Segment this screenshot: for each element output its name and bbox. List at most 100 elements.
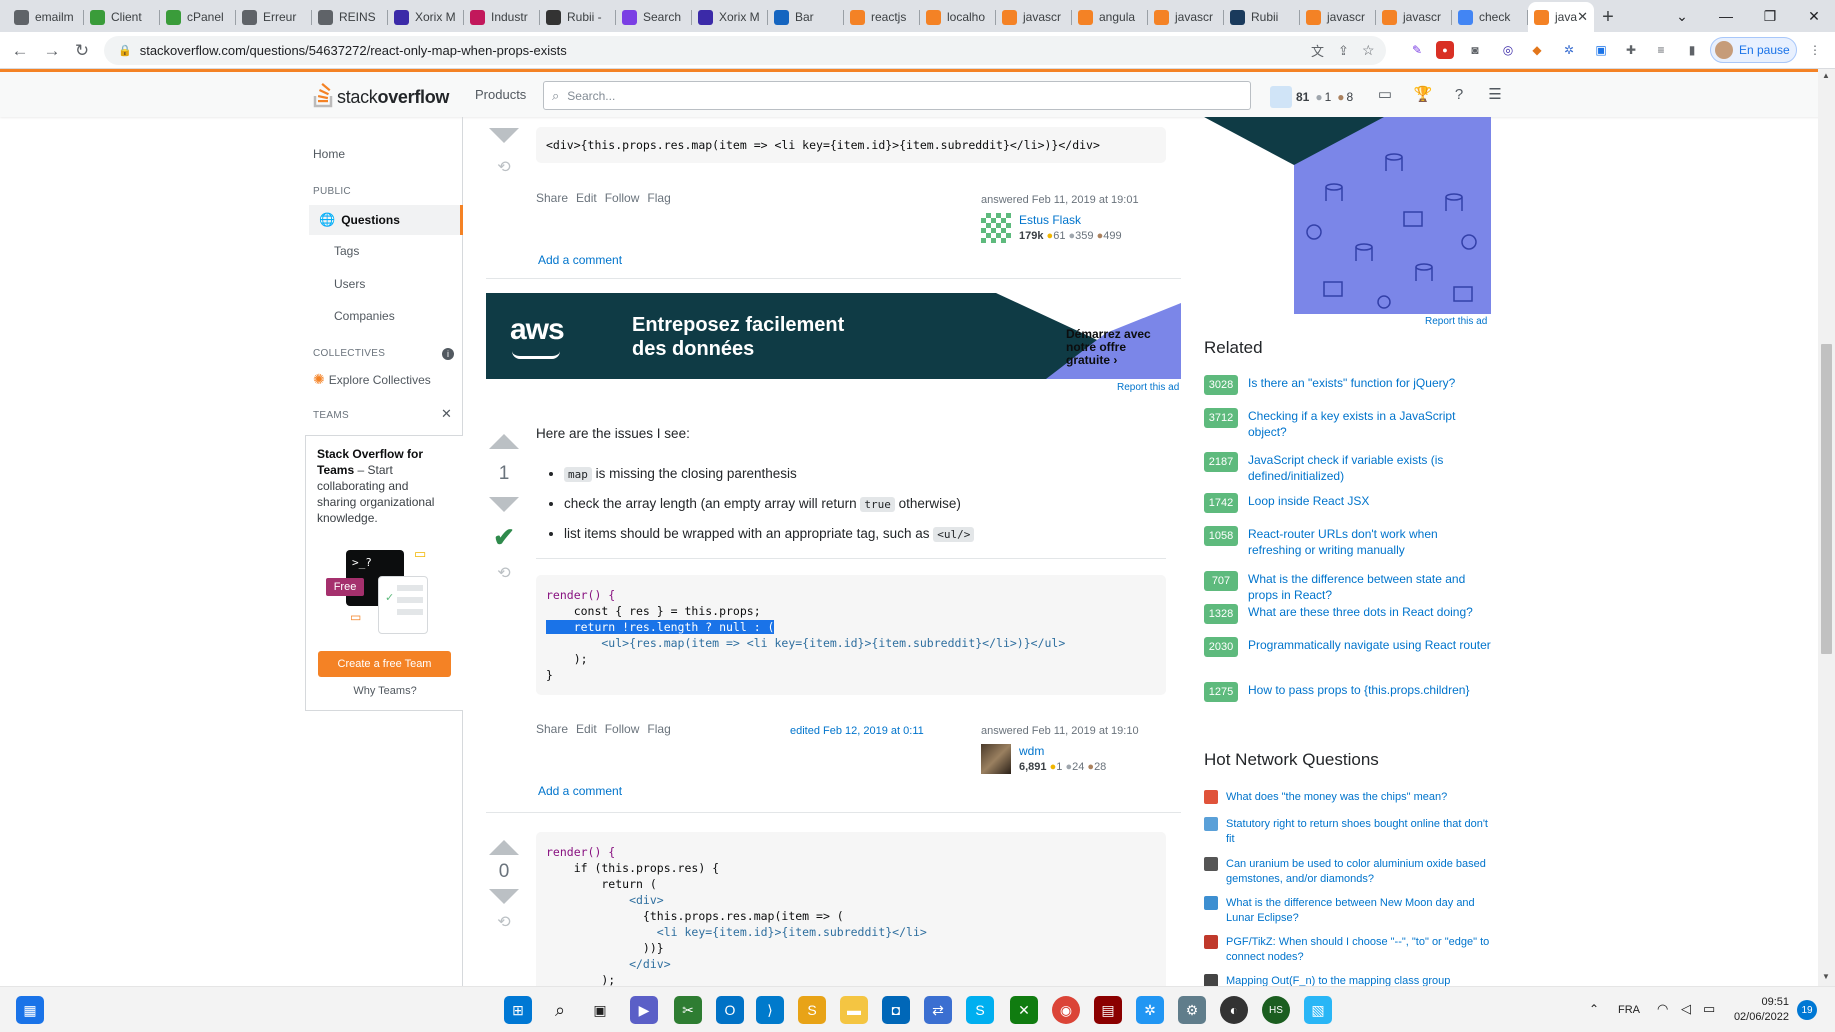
hs-icon[interactable]: HS [1262,996,1290,1024]
active-tab[interactable]: java ✕ [1528,2,1594,32]
browser-tab[interactable]: Xorix M [692,2,768,32]
downvote-icon[interactable] [489,128,519,143]
app-icon[interactable]: ✂ [674,996,702,1024]
url-bar[interactable]: 🔒 stackoverflow.com/questions/54637272/r… [104,36,1386,65]
share-link[interactable]: Share [536,722,568,736]
upvote-icon[interactable] [489,840,519,855]
identicon-avatar[interactable] [981,213,1011,243]
scroll-down-icon[interactable]: ▼ [1822,972,1830,981]
related-link[interactable]: JavaScript check if variable exists (is … [1248,452,1494,484]
related-link[interactable]: How to pass props to {this.props.childre… [1248,682,1469,702]
sidebar-ad-image[interactable] [1204,117,1491,314]
answer1-user[interactable]: Estus Flask [1019,213,1122,227]
minimize-button[interactable]: — [1704,0,1748,32]
browser-tab[interactable]: Client [84,2,160,32]
back-button[interactable]: ← [8,39,32,63]
related-link[interactable]: Loop inside React JSX [1248,493,1369,513]
hnq-link[interactable]: Mapping Out(F_n) to the mapping class gr… [1226,974,1450,986]
related-link[interactable]: What is the difference between state and… [1248,571,1494,603]
close-teams-icon[interactable]: ✕ [441,406,452,422]
user-avatar[interactable] [981,744,1011,774]
forward-button[interactable]: → [40,39,64,63]
so-logo[interactable]: stack overflow [313,82,449,108]
task-view-icon[interactable]: ▣ [586,996,614,1024]
extension-badge-icon[interactable]: ● [1436,41,1454,59]
browser-tab[interactable]: angula [1072,2,1148,32]
related-item[interactable]: 1742 Loop inside React JSX [1204,493,1494,513]
aws-ad-banner[interactable]: aws Entreposez facilement des données Dém… [486,293,1181,379]
hnq-item[interactable]: Statutory right to return shoes bought o… [1204,817,1494,847]
widgets-icon[interactable]: ▦ [16,996,44,1024]
nav-tags[interactable]: Tags [334,244,359,258]
report-ad-link[interactable]: Report this ad [1117,382,1179,393]
puzzle-icon[interactable]: ✚ [1622,41,1640,59]
nav-users[interactable]: Users [334,277,365,291]
scroll-thumb[interactable] [1821,344,1832,654]
follow-link[interactable]: Follow [605,191,640,205]
volume-icon[interactable]: ◁ [1681,1001,1691,1017]
related-item[interactable]: 1328 What are these three dots in React d… [1204,604,1494,624]
hnq-item[interactable]: PGF/TikZ: When should I choose "--", "to… [1204,935,1494,965]
hnq-link[interactable]: PGF/TikZ: When should I choose "--", "to… [1226,935,1494,965]
hnq-item[interactable]: Mapping Out(F_n) to the mapping class gr… [1204,974,1494,986]
teams-chat-icon[interactable]: ▶ [630,996,658,1024]
translate-icon[interactable]: 文 [1311,41,1324,60]
edit-link[interactable]: Edit [576,722,597,736]
browser-tab[interactable]: javascr [1148,2,1224,32]
edit-link[interactable]: Edit [576,191,597,205]
vscode-icon[interactable]: ⟩ [756,996,784,1024]
side-panel-icon[interactable]: ▮ [1683,41,1701,59]
start-icon[interactable]: ⊞ [504,996,532,1024]
browser-tab[interactable]: check [1452,2,1528,32]
restore-button[interactable]: ❐ [1748,0,1792,32]
hnq-item[interactable]: What is the difference between New Moon … [1204,896,1494,926]
related-item[interactable]: 1275 How to pass props to {this.props.chi… [1204,682,1494,702]
downvote-icon[interactable] [489,889,519,904]
related-link[interactable]: What are these three dots in React doing… [1248,604,1473,624]
circle-extension-icon[interactable]: ◎ [1499,41,1517,59]
gear-extension-icon[interactable]: ✲ [1560,41,1578,59]
answer2-user[interactable]: wdm [1019,744,1106,758]
help-icon[interactable]: ? [1449,84,1469,104]
clock[interactable]: 09:51 02/06/2022 [1725,995,1789,1025]
nav-questions[interactable]: 🌐 Questions [309,205,463,235]
related-item[interactable]: 3028 Is there an "exists" function for jQ… [1204,375,1494,395]
bookmark-star-icon[interactable]: ☆ [1362,42,1375,59]
gear-taskbar-icon[interactable]: ⚙ [1178,996,1206,1024]
browser-tab[interactable]: Industr [464,2,540,32]
flag-link[interactable]: Flag [647,191,670,205]
photos-icon[interactable]: ▧ [1304,996,1332,1024]
share-link[interactable]: Share [536,191,568,205]
reload-button[interactable]: ↻ [70,39,94,63]
profile-button[interactable]: En pause [1710,37,1797,63]
hnq-link[interactable]: Can uranium be used to color aluminium o… [1226,857,1494,887]
browser-tab[interactable]: javascr [1376,2,1452,32]
sublime-icon[interactable]: S [798,996,826,1024]
browser-tab[interactable]: Rubii - [540,2,616,32]
pen-extension-icon[interactable]: ✎ [1408,41,1426,59]
page-scrollbar[interactable]: ▲ ▼ [1818,69,1835,986]
search-taskbar-icon[interactable]: ⌕ [546,996,574,1024]
related-link[interactable]: Checking if a key exists in a JavaScript… [1248,408,1494,440]
search-input[interactable]: ⌕ Search... [543,81,1251,110]
filezilla-icon[interactable]: ▤ [1094,996,1122,1024]
create-team-button[interactable]: Create a free Team [318,651,451,677]
related-item[interactable]: 707 What is the difference between state … [1204,571,1494,603]
xbox-icon[interactable]: ✕ [1010,996,1038,1024]
browser-tab[interactable]: Xorix M [388,2,464,32]
monitor-extension-icon[interactable]: ▣ [1592,41,1610,59]
browser-tab[interactable]: REINS [312,2,388,32]
nav-home[interactable]: Home [313,147,345,161]
chrome-icon[interactable]: ◉ [1052,996,1080,1024]
metamask-icon[interactable]: ◆ [1528,41,1546,59]
share-icon[interactable]: ⇪ [1338,43,1349,59]
flag-link[interactable]: Flag [647,722,670,736]
network-app-icon[interactable]: ⇄ [924,996,952,1024]
history-icon[interactable]: ⟲ [497,157,510,177]
hnq-link[interactable]: What does "the money was the chips" mean… [1226,790,1447,805]
browser-menu-icon[interactable]: ⋮ [1806,41,1824,59]
sidebar-report-ad[interactable]: Report this ad [1425,316,1487,327]
site-switcher-icon[interactable]: ☰ [1485,84,1505,104]
notification-badge[interactable]: 19 [1797,1000,1817,1020]
related-link[interactable]: Is there an "exists" function for jQuery… [1248,375,1455,395]
